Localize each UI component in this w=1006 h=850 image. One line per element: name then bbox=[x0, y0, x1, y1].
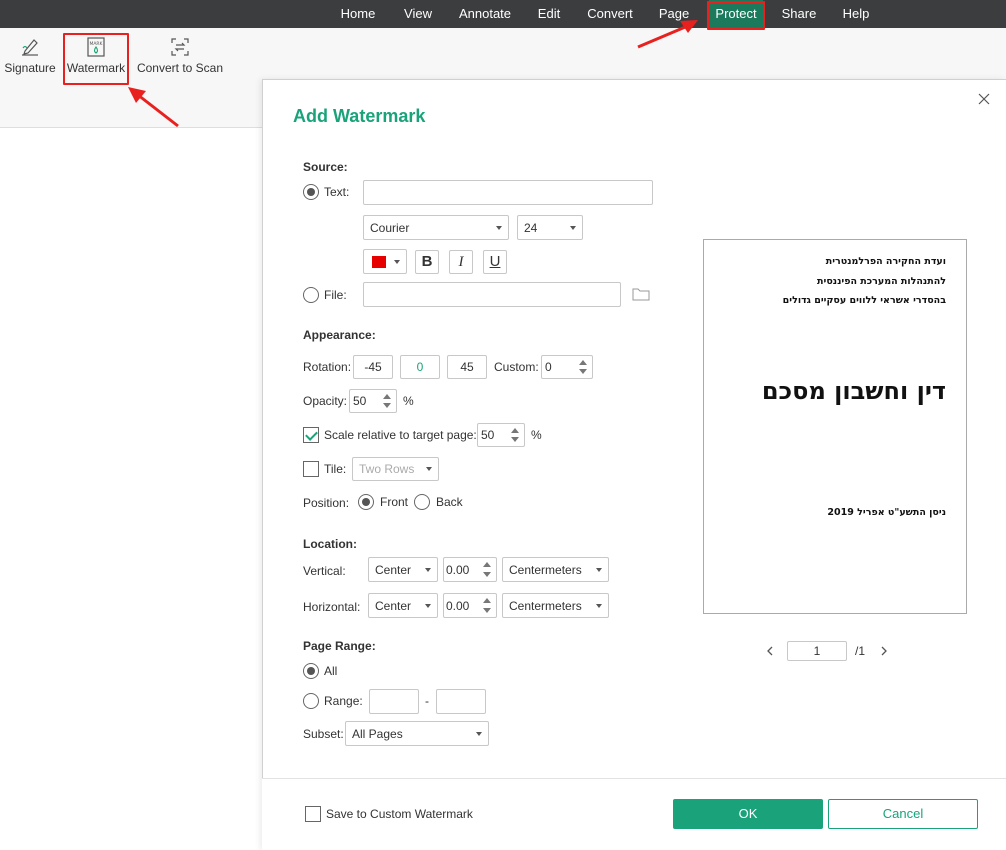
tile-checkbox[interactable] bbox=[303, 461, 319, 477]
range-custom-label: Range: bbox=[324, 694, 363, 708]
folder-icon[interactable] bbox=[632, 287, 650, 301]
range-all-label: All bbox=[324, 664, 338, 678]
source-text-label: Text: bbox=[324, 185, 350, 199]
source-heading: Source: bbox=[303, 160, 348, 174]
subset-select[interactable]: All Pages bbox=[345, 721, 489, 746]
horizontal-align-select[interactable]: Center bbox=[368, 593, 438, 618]
position-front-radio[interactable] bbox=[358, 494, 374, 510]
color-swatch bbox=[372, 256, 386, 268]
preview-line-3: בהסדרי אשראי ללווים עסקיים גדולים bbox=[782, 295, 946, 306]
vertical-align-select[interactable]: Center bbox=[368, 557, 438, 582]
chevron-left-icon[interactable] bbox=[766, 645, 774, 657]
range-custom-radio[interactable] bbox=[303, 693, 319, 709]
color-picker[interactable] bbox=[363, 249, 407, 274]
preview-date: ניסן התשע"ט אפריל 2019 bbox=[827, 507, 946, 518]
italic-button[interactable]: I bbox=[449, 250, 473, 274]
preview-line-1: ועדת החקירה הפרלמנטרית bbox=[825, 256, 946, 267]
custom-rotation-stepper[interactable]: 0 bbox=[541, 355, 593, 379]
preview-heading: דין וחשבון מסכם bbox=[761, 377, 946, 405]
preview-page-input[interactable]: 1 bbox=[787, 641, 847, 661]
file-path-input[interactable] bbox=[363, 282, 621, 307]
rotation-label: Rotation: bbox=[303, 360, 352, 374]
bold-button[interactable]: B bbox=[415, 250, 439, 274]
rotation-45-button[interactable]: 45 bbox=[447, 355, 487, 379]
opacity-unit: % bbox=[403, 394, 414, 408]
vertical-label: Vertical: bbox=[303, 564, 346, 578]
source-file-label: File: bbox=[324, 288, 347, 302]
save-custom-checkbox[interactable] bbox=[305, 806, 321, 822]
scale-label: Scale relative to target page: bbox=[324, 428, 477, 442]
save-custom-label: Save to Custom Watermark bbox=[326, 807, 473, 821]
position-front-label: Front bbox=[380, 495, 409, 509]
position-back-radio[interactable] bbox=[414, 494, 430, 510]
subset-label: Subset: bbox=[303, 727, 344, 741]
font-size-select[interactable]: 24 bbox=[517, 215, 583, 240]
location-heading: Location: bbox=[303, 537, 357, 551]
underline-button[interactable]: U bbox=[483, 250, 507, 274]
vertical-unit-select[interactable]: Centermeters bbox=[502, 557, 609, 582]
preview-page-total: /1 bbox=[855, 644, 866, 658]
position-back-label: Back bbox=[436, 495, 463, 509]
cancel-button[interactable]: Cancel bbox=[828, 799, 978, 829]
range-from-input[interactable] bbox=[369, 689, 419, 714]
scale-unit: % bbox=[531, 428, 542, 442]
tile-select[interactable]: Two Rows bbox=[352, 457, 439, 481]
custom-rotation-label: Custom: bbox=[494, 360, 539, 374]
opacity-label: Opacity: bbox=[303, 394, 348, 408]
appearance-heading: Appearance: bbox=[303, 328, 376, 342]
close-icon[interactable] bbox=[978, 93, 990, 105]
position-label: Position: bbox=[303, 496, 350, 510]
vertical-offset-stepper[interactable]: 0.00 bbox=[443, 557, 497, 582]
watermark-text-input[interactable] bbox=[363, 180, 653, 205]
dialog-title: Add Watermark bbox=[293, 106, 426, 126]
ok-button[interactable]: OK bbox=[673, 799, 823, 829]
chevron-right-icon[interactable] bbox=[880, 645, 888, 657]
opacity-stepper[interactable]: 50 bbox=[349, 389, 397, 413]
rotation-minus45-button[interactable]: -45 bbox=[353, 355, 393, 379]
horizontal-unit-select[interactable]: Centermeters bbox=[502, 593, 609, 618]
watermark-preview: ועדת החקירה הפרלמנטרית להתנהלות המערכת ה… bbox=[703, 239, 967, 614]
scale-stepper[interactable]: 50 bbox=[477, 423, 525, 447]
preview-line-2: להתנהלות המערכת הפיננסית bbox=[817, 276, 946, 287]
tile-label: Tile: bbox=[324, 462, 347, 476]
source-text-radio[interactable] bbox=[303, 184, 319, 200]
horizontal-label: Horizontal: bbox=[303, 600, 361, 614]
scale-checkbox[interactable] bbox=[303, 427, 319, 443]
range-to-input[interactable] bbox=[436, 689, 486, 714]
rotation-0-button[interactable]: 0 bbox=[400, 355, 440, 379]
page-range-heading: Page Range: bbox=[303, 639, 376, 653]
font-select[interactable]: Courier bbox=[363, 215, 509, 240]
range-all-radio[interactable] bbox=[303, 663, 319, 679]
source-file-radio[interactable] bbox=[303, 287, 319, 303]
range-separator: - bbox=[425, 694, 429, 708]
horizontal-offset-stepper[interactable]: 0.00 bbox=[443, 593, 497, 618]
